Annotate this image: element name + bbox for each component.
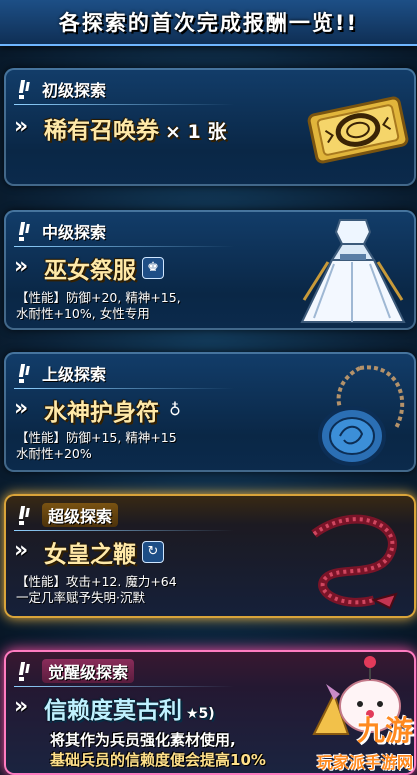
- water-amulet-image: [318, 365, 405, 466]
- exclamation-icon: [14, 78, 36, 100]
- reward-panel-super: 超级探索 » 女皇之鞭 ↻ 【性能】攻击+12. 魔力+64 一定几率赋予失明·…: [4, 494, 416, 618]
- reward-panel-beginner: 初级探索 » 稀有召唤券 × 1 张: [4, 68, 416, 186]
- chevron-right-icon: »: [14, 694, 29, 719]
- tier-label: 初级探索: [42, 81, 107, 100]
- summon-ticket-image: [307, 96, 409, 164]
- tier-label: 中级探索: [42, 223, 107, 242]
- reward-panel-advanced: 上级探索 » 水神护身符 ♁ 【性能】防御+15, 精神+15 水耐性+20%: [4, 352, 416, 472]
- stat-line: 水耐性+10%, 女性专用: [16, 306, 150, 321]
- stat-line: 一定几率赋予失明·沉默: [16, 590, 145, 605]
- divider: [14, 246, 234, 247]
- site-watermark: 九游 玩家派手游网: [293, 713, 413, 773]
- reward-item: » 信赖度莫古利 ★5): [14, 692, 314, 725]
- tier-label: 超级探索: [42, 503, 119, 527]
- banner-title: 各探索的首次完成报酬一览!!: [58, 11, 359, 35]
- divider: [14, 686, 234, 687]
- watermark-logo: 九游: [356, 714, 413, 747]
- item-quantity: × 1 张: [165, 121, 227, 143]
- stat-line: 【性能】防御+20, 精神+15,: [16, 290, 181, 305]
- chevron-right-icon: »: [14, 396, 29, 421]
- shrine-robe-image: [300, 219, 406, 323]
- item-description: 将其作为兵员强化素材使用, 基础兵员的信赖度便会提高10%: [50, 730, 266, 770]
- item-name: 女皇之鞭: [44, 542, 136, 568]
- item-name: 巫女祭服: [44, 258, 136, 284]
- stat-line: 【性能】防御+15, 精神+15: [16, 430, 177, 445]
- chevron-right-icon: »: [14, 538, 29, 563]
- panel-header: 初级探索: [14, 76, 254, 102]
- reward-item: » 水神护身符 ♁: [14, 394, 294, 427]
- divider: [14, 104, 234, 105]
- exclamation-icon: [14, 220, 36, 242]
- header-banner: 各探索的首次完成报酬一览!!: [0, 0, 417, 46]
- panel-header: 觉醒级探索: [14, 658, 254, 684]
- item-name: 水神护身符: [44, 400, 159, 426]
- item-name: 信赖度莫古利 ★5): [44, 698, 215, 724]
- watermark-text: 玩家派手游网: [316, 753, 413, 772]
- divider: [14, 530, 234, 531]
- desc-line: 将其作为兵员强化素材使用,: [50, 731, 236, 749]
- tier-label: 觉醒级探索: [42, 659, 135, 683]
- panel-header: 超级探索: [14, 502, 254, 528]
- item-stats: 【性能】防御+20, 精神+15, 水耐性+10%, 女性专用: [16, 290, 181, 322]
- reward-item: » 稀有召唤券 × 1 张: [14, 112, 294, 145]
- whip-icon: ↻: [142, 541, 164, 563]
- accessory-icon: ♁: [169, 400, 181, 419]
- reward-item: » 巫女祭服 ♚: [14, 252, 294, 284]
- empress-whip-image: [311, 514, 398, 610]
- panel-header: 上级探索: [14, 360, 254, 386]
- desc-line: 基础兵员的信赖度便会提高10%: [50, 751, 266, 769]
- stat-line: 【性能】攻击+12. 魔力+64: [16, 574, 177, 589]
- item-stats: 【性能】攻击+12. 魔力+64 一定几率赋予失明·沉默: [16, 574, 177, 606]
- stat-line: 水耐性+20%: [16, 446, 92, 461]
- chevron-right-icon: »: [14, 114, 29, 139]
- tier-label: 上级探索: [42, 365, 107, 384]
- exclamation-icon: [14, 660, 36, 682]
- item-name: 稀有召唤券 × 1 张: [44, 118, 227, 144]
- reward-item: » 女皇之鞭 ↻: [14, 536, 294, 568]
- armor-icon: ♚: [142, 257, 164, 279]
- exclamation-icon: [14, 504, 36, 526]
- panel-header: 中级探索: [14, 218, 254, 244]
- reward-panel-intermediate: 中级探索 » 巫女祭服 ♚ 【性能】防御+20, 精神+15, 水耐性+10%,…: [4, 210, 416, 330]
- item-stats: 【性能】防御+15, 精神+15 水耐性+20%: [16, 430, 177, 462]
- chevron-right-icon: »: [14, 254, 29, 279]
- rarity-star: ★5): [186, 706, 215, 722]
- exclamation-icon: [14, 362, 36, 384]
- divider: [14, 388, 234, 389]
